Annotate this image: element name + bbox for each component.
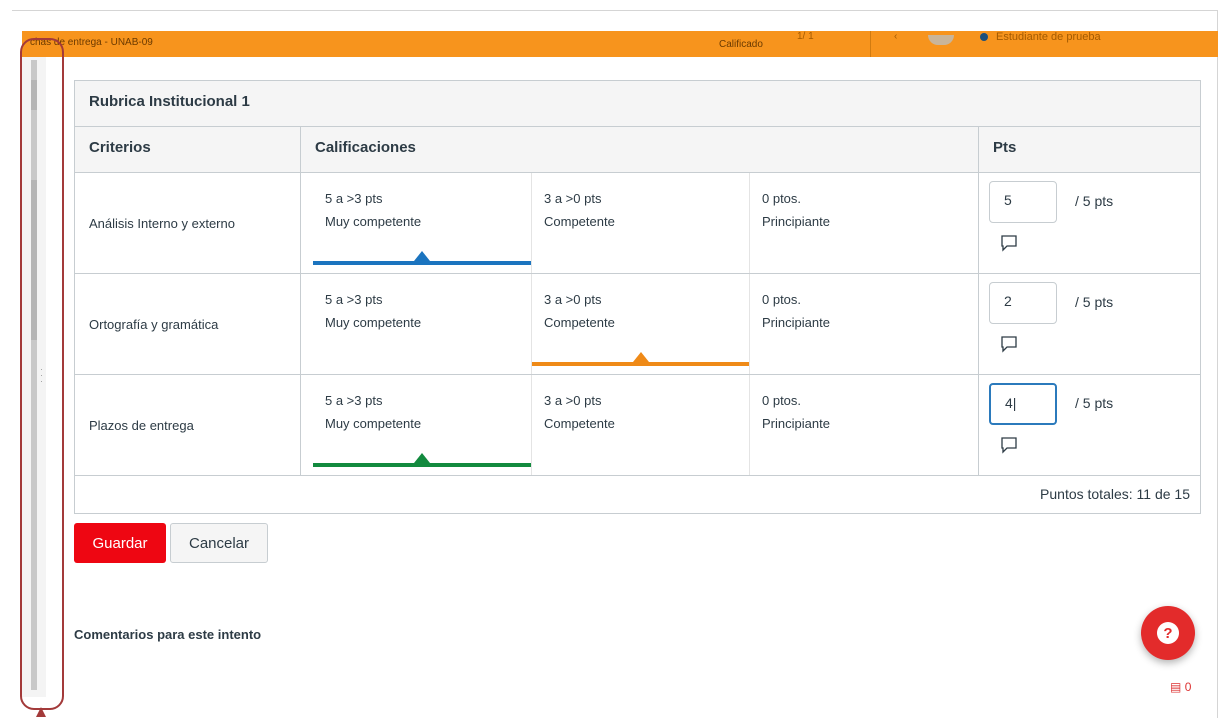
rating-points: 5 a >3 pts [325, 191, 383, 206]
points-cell: 2 / 5 pts [979, 274, 1200, 374]
rating-description: Principiante [762, 315, 830, 330]
student-selector[interactable]: Estudiante de prueba [996, 31, 1101, 43]
submission-count: 1/ 1 [797, 31, 814, 42]
points-possible: / 5 pts [1075, 395, 1114, 411]
header-divider [870, 31, 871, 57]
rating-options: 5 a >3 pts Muy competente 3 a >0 pts Com… [301, 274, 979, 374]
speedgrader-header: chas de entrega - UNAB-09 Calificado 1/ … [22, 31, 1218, 57]
total-points: Puntos totales: 11 de 15 [75, 476, 1200, 514]
annotation-caret-icon [36, 707, 46, 717]
cancel-button[interactable]: Cancelar [170, 523, 268, 563]
save-button[interactable]: Guardar [74, 523, 166, 563]
rating-points: 5 a >3 pts [325, 292, 383, 307]
comment-icon[interactable] [999, 233, 1019, 253]
status-dot-icon [980, 33, 988, 41]
criterion-label: Plazos de entrega [75, 375, 301, 475]
points-possible: / 5 pts [1075, 294, 1114, 310]
rating-points: 3 a >0 pts [544, 191, 602, 206]
svg-text:?: ? [1163, 625, 1172, 642]
rating-competente[interactable]: 3 a >0 pts Competente [531, 375, 749, 475]
total-points-label: Puntos totales: 11 de 15 [1040, 486, 1190, 502]
rating-description: Competente [544, 416, 615, 431]
rating-muy-competente[interactable]: 5 a >3 pts Muy competente [313, 375, 531, 475]
rating-points: 5 a >3 pts [325, 393, 383, 408]
points-input[interactable]: 5 [989, 181, 1057, 223]
rubric-row: Análisis Interno y externo 5 a >3 pts Mu… [75, 173, 1200, 274]
rubric-title: Rubrica Institucional 1 [75, 81, 1200, 127]
chevron-left-icon[interactable]: ‹ [894, 31, 897, 42]
rating-description: Competente [544, 315, 615, 330]
points-input[interactable]: 2 [989, 282, 1057, 324]
points-input[interactable]: 4| [989, 383, 1057, 425]
note-icon: ▤ [1170, 680, 1182, 694]
rating-points: 0 ptos. [762, 393, 802, 408]
rating-description: Principiante [762, 416, 830, 431]
question-circle-icon: ? [1157, 622, 1179, 644]
selected-rating-bar [532, 362, 749, 366]
ratings-header: Calificaciones [301, 127, 979, 173]
rating-muy-competente[interactable]: 5 a >3 pts Muy competente [313, 173, 531, 273]
comment-icon[interactable] [999, 334, 1019, 354]
comment-icon[interactable] [999, 435, 1019, 455]
comment-count: 0 [1184, 680, 1192, 694]
rubric-row: Plazos de entrega 5 a >3 pts Muy compete… [75, 375, 1200, 476]
points-header: Pts [979, 127, 1200, 173]
rating-description: Muy competente [325, 416, 422, 431]
rating-description: Muy competente [325, 214, 422, 229]
selected-rating-bar [313, 463, 531, 467]
criteria-header: Criterios [75, 127, 301, 173]
rating-muy-competente[interactable]: 5 a >3 pts Muy competente [313, 274, 531, 374]
rating-points: 3 a >0 pts [544, 393, 602, 408]
rating-principiante[interactable]: 0 ptos. Principiante [749, 173, 967, 273]
annotation-highlight-box [20, 38, 64, 710]
avatar [928, 35, 954, 45]
comment-count-badge[interactable]: ▤ 0 [1170, 680, 1191, 694]
points-possible: / 5 pts [1075, 193, 1114, 209]
rating-competente[interactable]: 3 a >0 pts Competente [531, 274, 749, 374]
rating-description: Muy competente [325, 315, 422, 330]
rating-competente[interactable]: 3 a >0 pts Competente [531, 173, 749, 273]
selected-rating-marker-icon [632, 352, 649, 362]
rating-options: 5 a >3 pts Muy competente 3 a >0 pts Com… [301, 375, 979, 475]
rubric-panel: Rubrica Institucional 1 Criterios Califi… [74, 80, 1201, 514]
selected-rating-marker-icon [414, 251, 430, 261]
help-button[interactable]: ? [1141, 606, 1195, 660]
selected-rating-marker-icon [414, 453, 430, 463]
rating-description: Principiante [762, 214, 830, 229]
rating-options: 5 a >3 pts Muy competente 3 a >0 pts Com… [301, 173, 979, 273]
rating-points: 0 ptos. [762, 292, 802, 307]
criterion-label: Ortografía y gramática [75, 274, 301, 374]
rating-points: 3 a >0 pts [544, 292, 602, 307]
rating-principiante[interactable]: 0 ptos. Principiante [749, 375, 967, 475]
comments-heading: Comentarios para este intento [74, 627, 262, 642]
rating-points: 0 ptos. [762, 191, 802, 206]
selected-rating-bar [313, 261, 531, 265]
points-cell: 4| / 5 pts [979, 375, 1200, 475]
rating-description: Competente [544, 214, 615, 229]
grade-status: Calificado [719, 39, 763, 50]
points-cell: 5 / 5 pts [979, 173, 1200, 273]
rating-principiante[interactable]: 0 ptos. Principiante [749, 274, 967, 374]
rubric-row: Ortografía y gramática 5 a >3 pts Muy co… [75, 274, 1200, 375]
criterion-label: Análisis Interno y externo [75, 173, 301, 273]
